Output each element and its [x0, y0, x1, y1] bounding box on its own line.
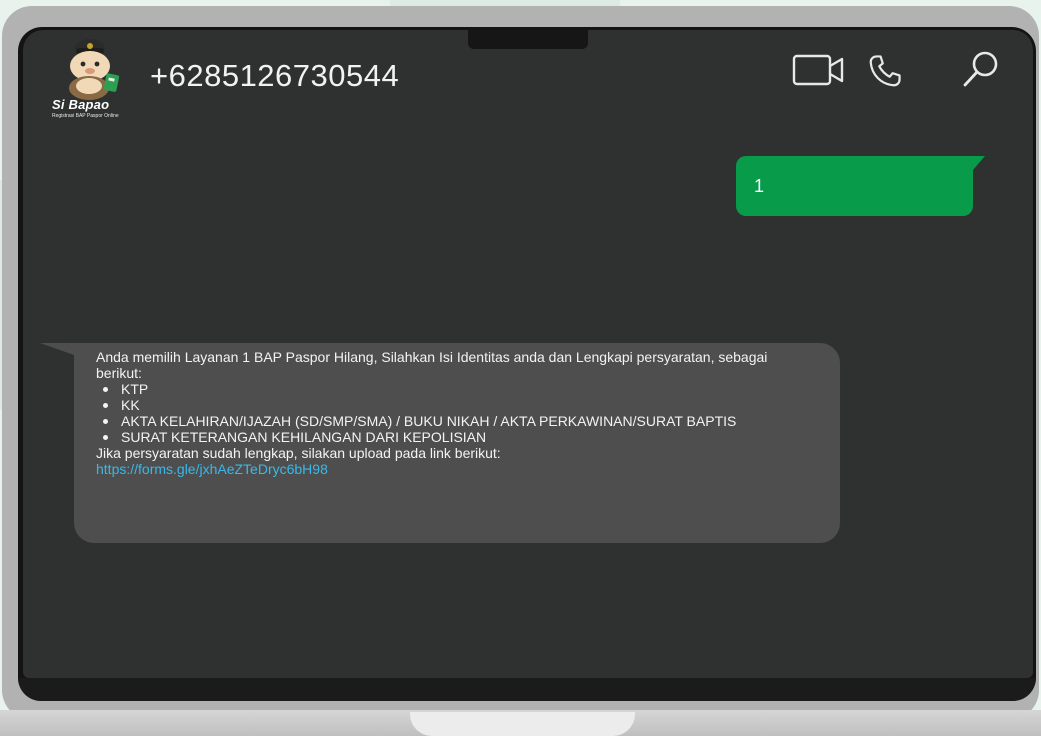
search-icon[interactable] [960, 48, 1002, 90]
requirements-list: KTP KK AKTA KELAHIRAN/IJAZAH (SD/SMP/SMA… [96, 381, 816, 445]
contact-avatar[interactable]: Si Bapao Registrasi BAP Paspor Online [52, 36, 132, 122]
message-outro: Jika persyaratan sudah lengkap, silakan … [96, 445, 501, 461]
sent-message-text: 1 [754, 176, 765, 196]
screen-bottom-edge [18, 678, 1036, 701]
list-item: KK [103, 397, 816, 413]
voice-call-icon[interactable] [866, 52, 904, 90]
list-item: AKTA KELAHIRAN/IJAZAH (SD/SMP/SMA) / BUK… [103, 413, 816, 429]
sent-message-bubble[interactable]: 1 [736, 156, 985, 216]
mascot-logo-icon [69, 39, 120, 100]
logo-subtitle: Registrasi BAP Paspor Online [52, 113, 119, 119]
message-intro: Anda memilih Layanan 1 BAP Paspor Hilang… [96, 349, 768, 381]
camera-notch [468, 30, 588, 49]
list-item: KTP [103, 381, 816, 397]
list-item: SURAT KETERANGAN KEHILANGAN DARI KEPOLIS… [103, 429, 816, 445]
logo-title: Si Bapao [52, 97, 110, 112]
received-message-bubble[interactable]: Anda memilih Layanan 1 BAP Paspor Hilang… [40, 343, 840, 543]
upload-form-link[interactable]: https://forms.gle/jxhAeZTeDryc6bH98 [96, 461, 816, 477]
laptop-base-notch [410, 712, 635, 736]
contact-name[interactable]: +6285126730544 [150, 58, 399, 94]
video-call-icon[interactable] [792, 53, 848, 87]
